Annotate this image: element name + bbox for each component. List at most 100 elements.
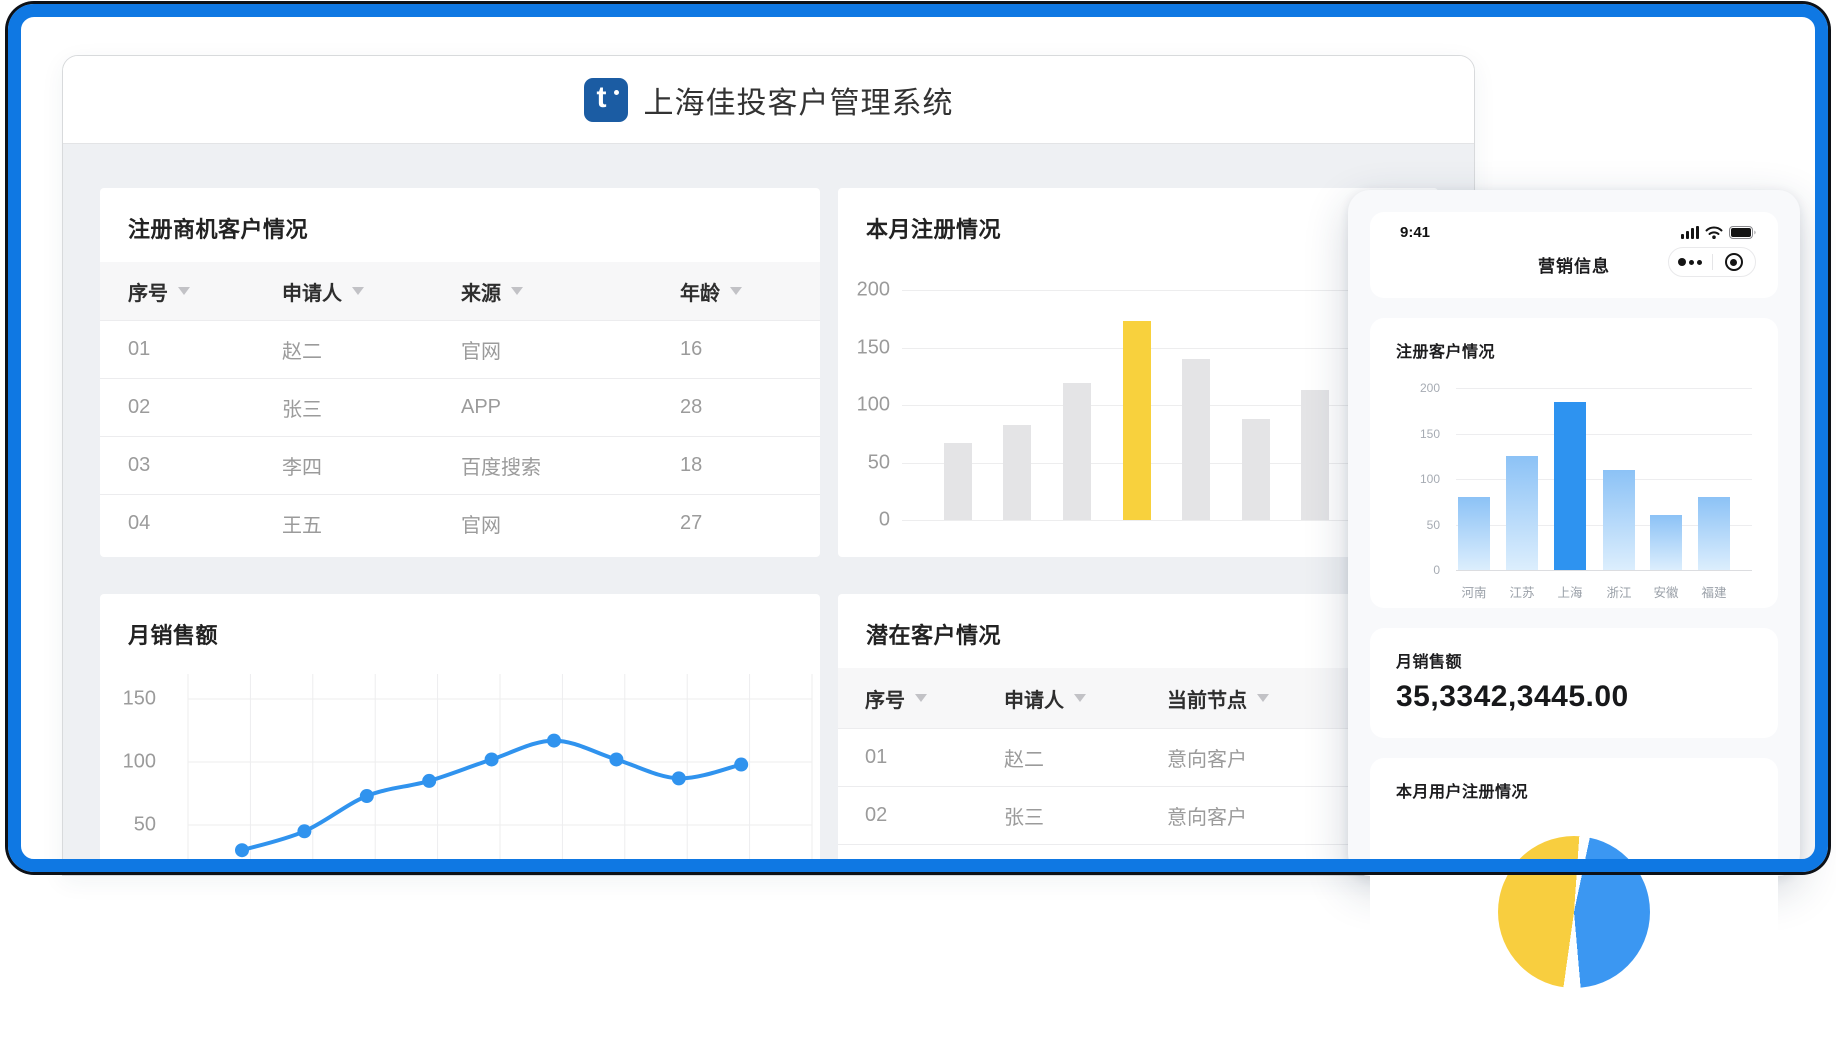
bar: [1003, 425, 1031, 520]
table-cell: 04: [100, 512, 282, 535]
column-label: 申请人: [282, 277, 342, 306]
x-axis-label: 江苏: [1498, 582, 1546, 601]
y-axis-label: 100: [114, 751, 156, 774]
column-header-age[interactable]: 年龄: [680, 277, 820, 306]
sort-down-icon[interactable]: [352, 287, 364, 295]
wifi-icon: [1705, 226, 1723, 239]
x-axis-label: 河南: [1450, 582, 1498, 601]
table-cell: 官网: [461, 335, 680, 364]
table-cell: 张三: [282, 393, 461, 422]
table-cell: 28: [680, 396, 820, 419]
sort-down-icon[interactable]: [1257, 694, 1269, 702]
ellipsis-icon: [1697, 260, 1702, 265]
table-cell: 李四: [282, 451, 461, 480]
x-axis-label: 福建: [1690, 582, 1738, 601]
column-header-serial[interactable]: 序号: [100, 277, 282, 306]
card-title: 本月用户注册情况: [1370, 758, 1778, 802]
table-cell: 27: [680, 512, 820, 535]
phone-mockup: 9:41 营: [1348, 190, 1800, 876]
table-row: 04王五官网27: [100, 494, 820, 552]
table-cell: 02: [838, 804, 1004, 827]
app-logo: t: [584, 78, 628, 122]
y-axis-label: 100: [840, 394, 890, 417]
sort-down-icon[interactable]: [915, 694, 927, 702]
phone-user-registration-card: 本月用户注册情况: [1370, 758, 1778, 1058]
y-axis-label: 50: [114, 814, 156, 837]
table-cell: 张三: [1004, 801, 1167, 830]
monthly-sales-card: 月销售额 50 100 150: [100, 594, 820, 876]
record-circle-icon: [1725, 253, 1743, 271]
signal-icon: [1681, 226, 1699, 239]
y-axis-label: 0: [1406, 563, 1440, 577]
column-header-source[interactable]: 来源: [461, 277, 680, 306]
column-label: 来源: [461, 277, 501, 306]
phone-nav-bar: 营销信息: [1370, 241, 1778, 287]
table-cell: 03: [100, 454, 282, 477]
table-cell: 百度搜索: [461, 451, 680, 480]
card-title: 月销售额: [1370, 628, 1778, 672]
bar: [1650, 515, 1682, 570]
bar: [944, 443, 972, 520]
phone-registered-customers-card: 注册客户情况 200150100500河南江苏上海浙江安徽福建: [1370, 318, 1778, 608]
y-axis-label: 50: [840, 451, 890, 474]
close-button[interactable]: [1713, 248, 1756, 276]
status-icons: [1681, 226, 1756, 239]
table-header: 序号 申请人 来源 年龄: [100, 262, 820, 320]
column-header-serial[interactable]: 序号: [838, 684, 1004, 713]
x-axis-label: 浙江: [1595, 582, 1643, 601]
table-cell: 赵二: [1004, 743, 1167, 772]
gridline: [1456, 570, 1752, 571]
gridline: [1456, 388, 1752, 389]
monthly-sales-line-chart: 50 100 150: [100, 668, 820, 876]
column-header-applicant[interactable]: 申请人: [1004, 684, 1167, 713]
table-cell: 官网: [461, 509, 680, 538]
registered-customers-card: 注册商机客户情况 序号 申请人 来源 年龄 01赵二官网1602张三APP280…: [100, 188, 820, 557]
table-cell: 王五: [282, 509, 461, 538]
y-axis-label: 100: [1406, 472, 1440, 486]
column-label: 申请人: [1004, 684, 1064, 713]
sort-down-icon[interactable]: [511, 287, 523, 295]
bar: [1458, 497, 1490, 570]
user-registration-pie-chart: [1498, 836, 1650, 988]
card-title: 注册商机客户情况: [100, 188, 820, 244]
column-label: 序号: [128, 277, 168, 306]
bar: [1506, 456, 1538, 570]
gridline: [1456, 434, 1752, 435]
status-time: 9:41: [1400, 224, 1430, 241]
table-cell: APP: [461, 396, 680, 419]
bar: [1242, 419, 1270, 520]
x-axis-label: 上海: [1546, 582, 1594, 601]
miniprogram-capsule: [1668, 247, 1756, 277]
y-axis-label: 50: [1406, 518, 1440, 532]
sort-down-icon[interactable]: [1074, 694, 1086, 702]
table-row: 03李四百度搜索18: [100, 436, 820, 494]
bar: [1301, 390, 1329, 520]
more-button[interactable]: [1669, 248, 1712, 276]
phone-region-bar-chart: 200150100500河南江苏上海浙江安徽福建: [1370, 372, 1778, 608]
column-header-applicant[interactable]: 申请人: [282, 277, 461, 306]
table-rows: 01赵二官网1602张三APP2803李四百度搜索1804王五官网27: [100, 320, 820, 552]
table-cell: 赵二: [282, 335, 461, 364]
table-cell: 16: [680, 338, 820, 361]
table-cell: 01: [100, 338, 282, 361]
ellipsis-icon: [1689, 260, 1694, 265]
bar: [1603, 470, 1635, 570]
card-title: 注册客户情况: [1370, 318, 1778, 362]
battery-icon: [1729, 226, 1756, 239]
browser-window: t 上海佳投客户管理系统 注册商机客户情况 序号 申请人 来源 年龄: [62, 55, 1475, 876]
phone-page-title: 营销信息: [1538, 252, 1610, 277]
logo-dot: [614, 90, 619, 95]
table-cell: 01: [838, 746, 1004, 769]
y-axis-label: 150: [1406, 427, 1440, 441]
y-axis-label: 200: [1406, 381, 1440, 395]
line-chart-svg: [100, 668, 820, 876]
logo-glyph: t: [597, 81, 607, 115]
bar: [1063, 383, 1091, 520]
bar-highlighted: [1554, 402, 1586, 570]
sort-down-icon[interactable]: [730, 287, 742, 295]
y-axis-label: 150: [114, 688, 156, 711]
column-label: 年龄: [680, 277, 720, 306]
card-title: 月销售额: [100, 594, 820, 650]
column-label: 当前节点: [1167, 684, 1247, 713]
sort-down-icon[interactable]: [178, 287, 190, 295]
